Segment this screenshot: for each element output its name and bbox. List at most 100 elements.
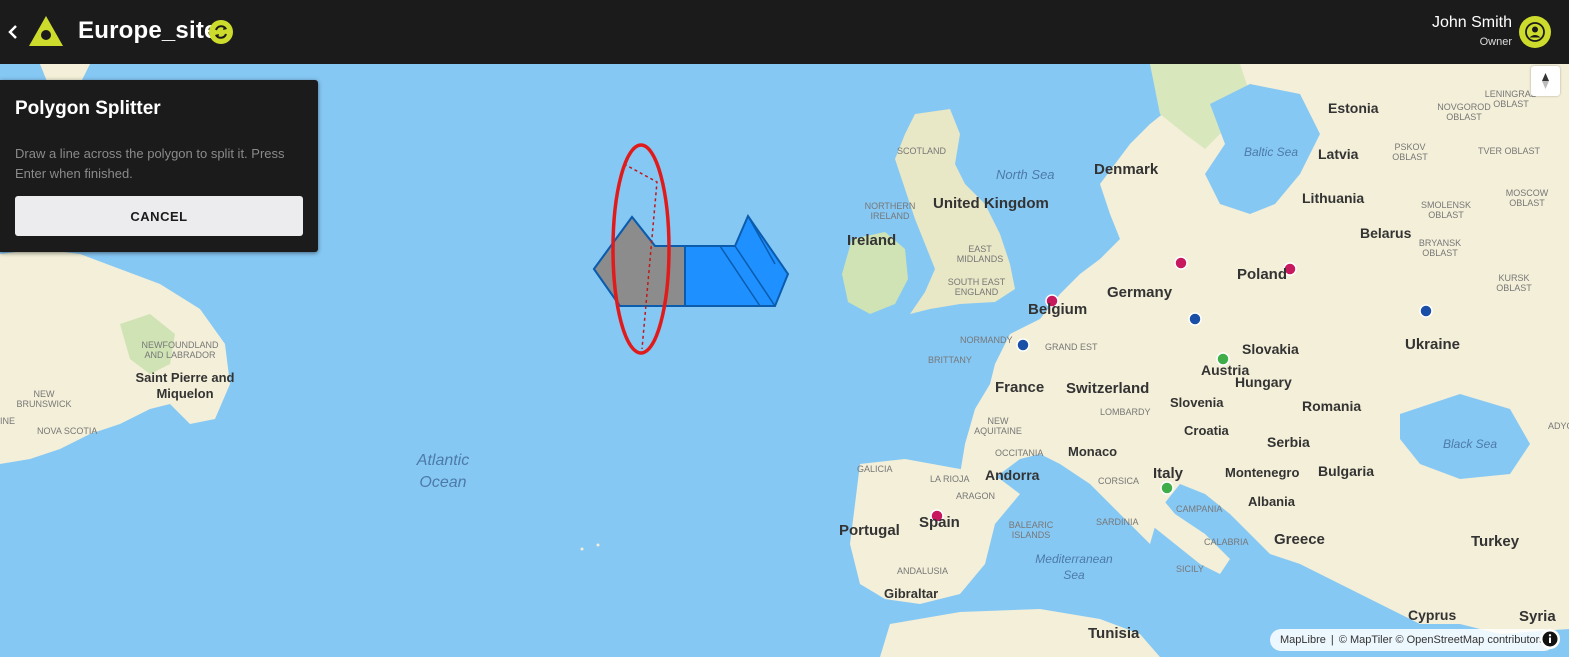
person-icon <box>1525 22 1545 42</box>
map-label-region: OCCITANIA <box>995 448 1044 458</box>
map-label-region: BRITTANY <box>928 355 972 365</box>
map-label-region: CAMPANIA <box>1176 504 1223 514</box>
map-label-region: NORTHERN IRELAND <box>864 201 916 221</box>
map-label-region: NEW AQUITAINE <box>974 416 1022 436</box>
compass-button[interactable] <box>1531 66 1560 96</box>
map-label-water: Baltic Sea <box>1244 145 1299 159</box>
map-label-country: Ireland <box>847 232 897 249</box>
map-label-country: Tunisia <box>1088 625 1140 642</box>
avatar[interactable] <box>1519 16 1551 48</box>
map-label-country: Syria <box>1519 608 1556 625</box>
map-label-region: NORMANDY <box>960 335 1013 345</box>
info-button[interactable] <box>1540 629 1560 649</box>
attribution-separator: | <box>1330 634 1334 646</box>
map-label-region: LOMBARDY <box>1100 407 1151 417</box>
site-marker[interactable] <box>1419 304 1433 318</box>
map-label-country: Croatia <box>1184 423 1229 438</box>
map-label-region: EAST MIDLANDS <box>956 244 1004 264</box>
map-label-country: Andorra <box>985 467 1040 483</box>
map-label-region: CALABRIA <box>1204 537 1249 547</box>
map-label-region: SICILY <box>1176 564 1204 574</box>
map-label-country: Slovenia <box>1170 395 1224 410</box>
map-label-region: LA RIOJA <box>930 474 970 484</box>
map-label-region: SARDINIA <box>1096 517 1139 527</box>
sync-button[interactable] <box>209 20 233 44</box>
map-label-region: SCOTLAND <box>897 146 947 156</box>
map-label-country: France <box>995 379 1045 396</box>
app-header: Europe_sites John Smith Owner <box>0 0 1569 64</box>
map-label-water: Mediterranean Sea <box>1035 552 1113 582</box>
map-label-country: Serbia <box>1267 434 1310 450</box>
map-label-country: United Kingdom <box>933 195 1049 212</box>
compass-north-icon <box>1542 73 1549 89</box>
user-info[interactable]: John Smith Owner <box>1432 14 1512 48</box>
map-label-country: Monaco <box>1068 444 1118 459</box>
map-label-country: Greece <box>1274 531 1325 548</box>
map-label-country: Portugal <box>839 522 900 539</box>
map-label-region: SOUTH EAST ENGLAND <box>947 277 1006 297</box>
cancel-button[interactable]: CANCEL <box>15 196 303 236</box>
map-label-water: North Sea <box>996 167 1055 182</box>
map-label-country: Turkey <box>1471 533 1520 550</box>
triangle-logo-icon <box>27 14 65 53</box>
map-label-region: TVER OBLAST <box>1478 146 1541 156</box>
map-label-country: Albania <box>1248 494 1295 509</box>
user-name: John Smith <box>1431 14 1512 31</box>
map-label-region: ARAGON <box>956 491 996 501</box>
map-attribution: MapLibre | © MapTiler © OpenStreetMap co… <box>1270 629 1555 651</box>
map-label-region: PSKOV OBLAST <box>1392 142 1428 162</box>
info-icon <box>1542 631 1558 647</box>
site-marker[interactable] <box>1016 338 1030 352</box>
chevron-left-icon <box>8 25 17 39</box>
map-label-region: KURSK OBLAST <box>1496 273 1532 293</box>
site-marker[interactable] <box>1188 312 1202 326</box>
map-label-territory: Saint Pierre and Miquelon <box>135 370 235 401</box>
map-label-country: Spain <box>919 514 960 531</box>
map-label-country: Bulgaria <box>1318 463 1375 479</box>
map-label-region: NOVA SCOTIA <box>37 426 98 436</box>
panel-title: Polygon Splitter <box>15 98 161 119</box>
map-label-region: MOSCOW OBLAST <box>1505 188 1549 208</box>
map-label-country: Ukraine <box>1405 336 1461 353</box>
map-label-country: Cyprus <box>1408 607 1457 623</box>
map-label-country: Germany <box>1107 284 1173 301</box>
map-label-region: ADYGE <box>1548 421 1569 431</box>
map-label-region: BRYANSK OBLAST <box>1418 238 1462 258</box>
map-label-country: Gibraltar <box>884 586 939 601</box>
attribution-maptiler-link[interactable]: © MapTiler <box>1339 634 1393 646</box>
map-label-country: Hungary <box>1235 374 1292 390</box>
map-label-country: Slovakia <box>1242 341 1299 357</box>
map-label-water: Black Sea <box>1443 437 1498 451</box>
map-label-region: BALEARIC ISLANDS <box>1008 520 1054 540</box>
user-role: Owner <box>1479 36 1512 48</box>
map-label-country: Lithuania <box>1302 190 1365 206</box>
map-label-region: NOVGOROD OBLAST <box>1437 102 1491 122</box>
map-label-country: Italy <box>1153 465 1184 482</box>
map-label-country: Switzerland <box>1066 380 1150 397</box>
map-label-region: GRAND EST <box>1045 342 1098 352</box>
map-label-region: GALICIA <box>857 464 893 474</box>
map-label-water: Atlantic Ocean <box>416 452 470 491</box>
map-label-region: CORSICA <box>1098 476 1140 486</box>
attribution-maplibre-link[interactable]: MapLibre <box>1280 634 1326 646</box>
map-label-region: ANDALUSIA <box>897 566 949 576</box>
map-label-country: Latvia <box>1318 146 1359 162</box>
back-button[interactable] <box>6 20 20 44</box>
map-label-country: Estonia <box>1328 100 1379 116</box>
map-label-region: NEW BRUNSWICK <box>16 389 72 409</box>
map-label-region: INE <box>0 416 16 426</box>
panel-instructions: Draw a line across the polygon to split … <box>15 146 285 181</box>
map-label-country: Belarus <box>1360 225 1412 241</box>
map-label-country: Poland <box>1237 266 1288 283</box>
map-label-region: NEWFOUNDLAND AND LABRADOR <box>141 340 219 360</box>
polygon-splitter-panel: Polygon Splitter Draw a line across the … <box>0 80 318 252</box>
map-label-country: Belgium <box>1028 301 1088 318</box>
map-label-country: Montenegro <box>1225 465 1300 480</box>
attribution-osm-link[interactable]: © OpenStreetMap contributors <box>1395 634 1544 646</box>
map-label-region: SMOLENSK OBLAST <box>1420 200 1471 220</box>
site-marker[interactable] <box>1160 481 1174 495</box>
map-label-country: Denmark <box>1094 161 1159 178</box>
site-marker[interactable] <box>1174 256 1188 270</box>
map-label-country: Romania <box>1302 398 1362 414</box>
sync-icon <box>215 25 227 39</box>
